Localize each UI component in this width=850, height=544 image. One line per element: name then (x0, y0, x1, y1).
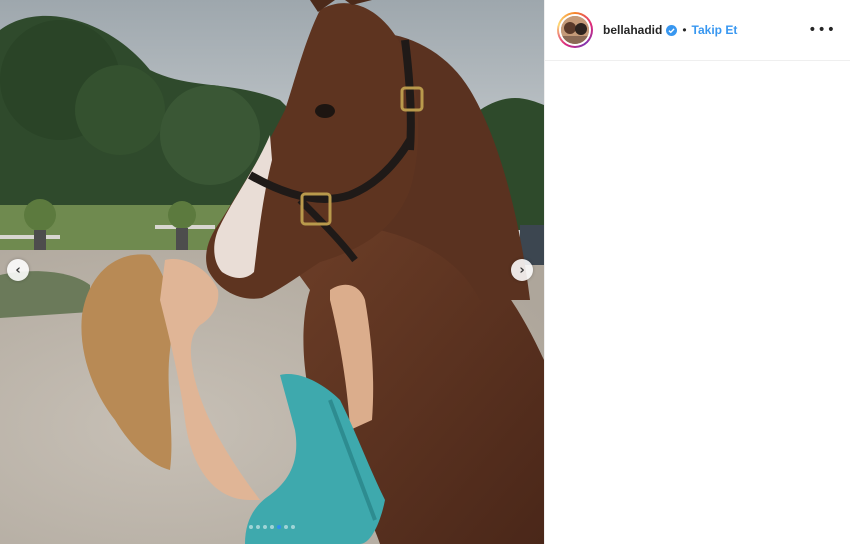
carousel-dot (270, 525, 274, 529)
carousel-next-button[interactable]: › (511, 259, 533, 281)
comments-area (545, 61, 850, 544)
carousel-dot (256, 525, 260, 529)
post-photo[interactable]: ‹ › (0, 0, 544, 544)
carousel-prev-button[interactable]: ‹ (7, 259, 29, 281)
carousel-dot (277, 525, 281, 529)
verified-badge-icon (666, 24, 678, 36)
carousel-dot (263, 525, 267, 529)
chevron-right-icon: › (519, 262, 525, 278)
post-header: bellahadid • Takip Et ••• (545, 0, 850, 61)
carousel-indicator (0, 525, 544, 529)
instagram-post: ‹ › bellahadid • Takip Et ••• (0, 0, 850, 544)
avatar-image (561, 16, 589, 44)
separator-dot: • (682, 23, 687, 37)
avatar[interactable] (557, 12, 593, 48)
post-side-panel: bellahadid • Takip Et ••• (544, 0, 850, 544)
horse-and-woman-photo (0, 0, 544, 544)
carousel-dot (284, 525, 288, 529)
follow-button[interactable]: Takip Et (692, 23, 738, 37)
username-link[interactable]: bellahadid (603, 23, 662, 37)
carousel-dot (291, 525, 295, 529)
more-options-icon[interactable]: ••• (808, 22, 836, 38)
carousel-dot (249, 525, 253, 529)
chevron-left-icon: ‹ (15, 262, 21, 278)
